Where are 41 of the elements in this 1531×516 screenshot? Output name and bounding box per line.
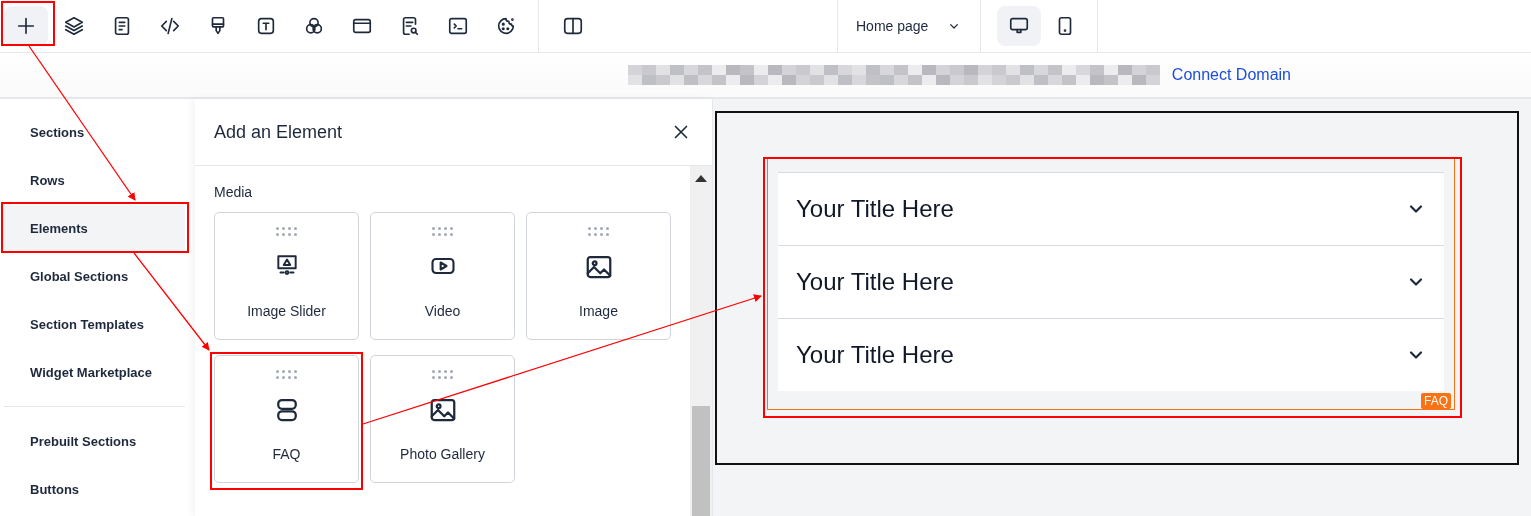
accordion-item[interactable]: Your Title Here [778, 173, 1444, 246]
sidebar-item[interactable]: Global Sections [2, 253, 185, 301]
add-icon [15, 15, 37, 37]
sidebar-item[interactable]: Buttons [2, 466, 185, 514]
toolbar-button[interactable] [4, 6, 48, 46]
drag-handle-icon [588, 227, 609, 236]
drag-handle-icon [276, 227, 297, 236]
panel-title: Add an Element [214, 121, 343, 143]
layers-icon [63, 15, 85, 37]
scroll-up-icon[interactable] [695, 175, 707, 182]
sidebar-item[interactable]: Rows [2, 157, 185, 205]
circles-icon [303, 15, 325, 37]
sidebar-item[interactable]: Prebuilt Sections [2, 418, 185, 466]
columns-icon [562, 15, 584, 37]
element-card[interactable]: Image [526, 212, 671, 340]
sidebar-item[interactable]: Sections [2, 109, 185, 157]
sidebar-item[interactable]: Widget Marketplace [2, 349, 185, 397]
drag-handle-icon [432, 227, 453, 236]
terminal-icon [447, 15, 469, 37]
page-dropdown[interactable]: Home page [837, 0, 981, 52]
sidebar-item[interactable]: Elements [2, 205, 185, 253]
scrollbar-thumb[interactable] [692, 406, 710, 516]
accordion-item[interactable]: Your Title Here [778, 319, 1444, 391]
scrollbar[interactable] [690, 166, 712, 516]
element-card[interactable]: FAQ [214, 355, 359, 483]
sidebar-item[interactable]: Section Templates [2, 301, 185, 349]
accordion-item[interactable]: Your Title Here [778, 246, 1444, 319]
element-card[interactable]: Video [370, 212, 515, 340]
element-card[interactable]: Image Slider [214, 212, 359, 340]
section-heading: Media [214, 184, 254, 200]
device-button[interactable] [997, 6, 1041, 46]
highlight-box [1, 1, 55, 46]
cookie-icon [495, 15, 517, 37]
faq-element[interactable]: Your Title Here Your Title Here Your Title Here FAQ [767, 157, 1455, 410]
element-tag: FAQ [1421, 393, 1451, 409]
drag-handle-icon [432, 370, 453, 379]
connect-domain-link[interactable]: Connect Domain [1171, 66, 1291, 84]
code-icon [159, 15, 181, 37]
drag-handle-icon [276, 370, 297, 379]
text-icon [255, 15, 277, 37]
element-card[interactable]: Photo Gallery [370, 355, 515, 483]
